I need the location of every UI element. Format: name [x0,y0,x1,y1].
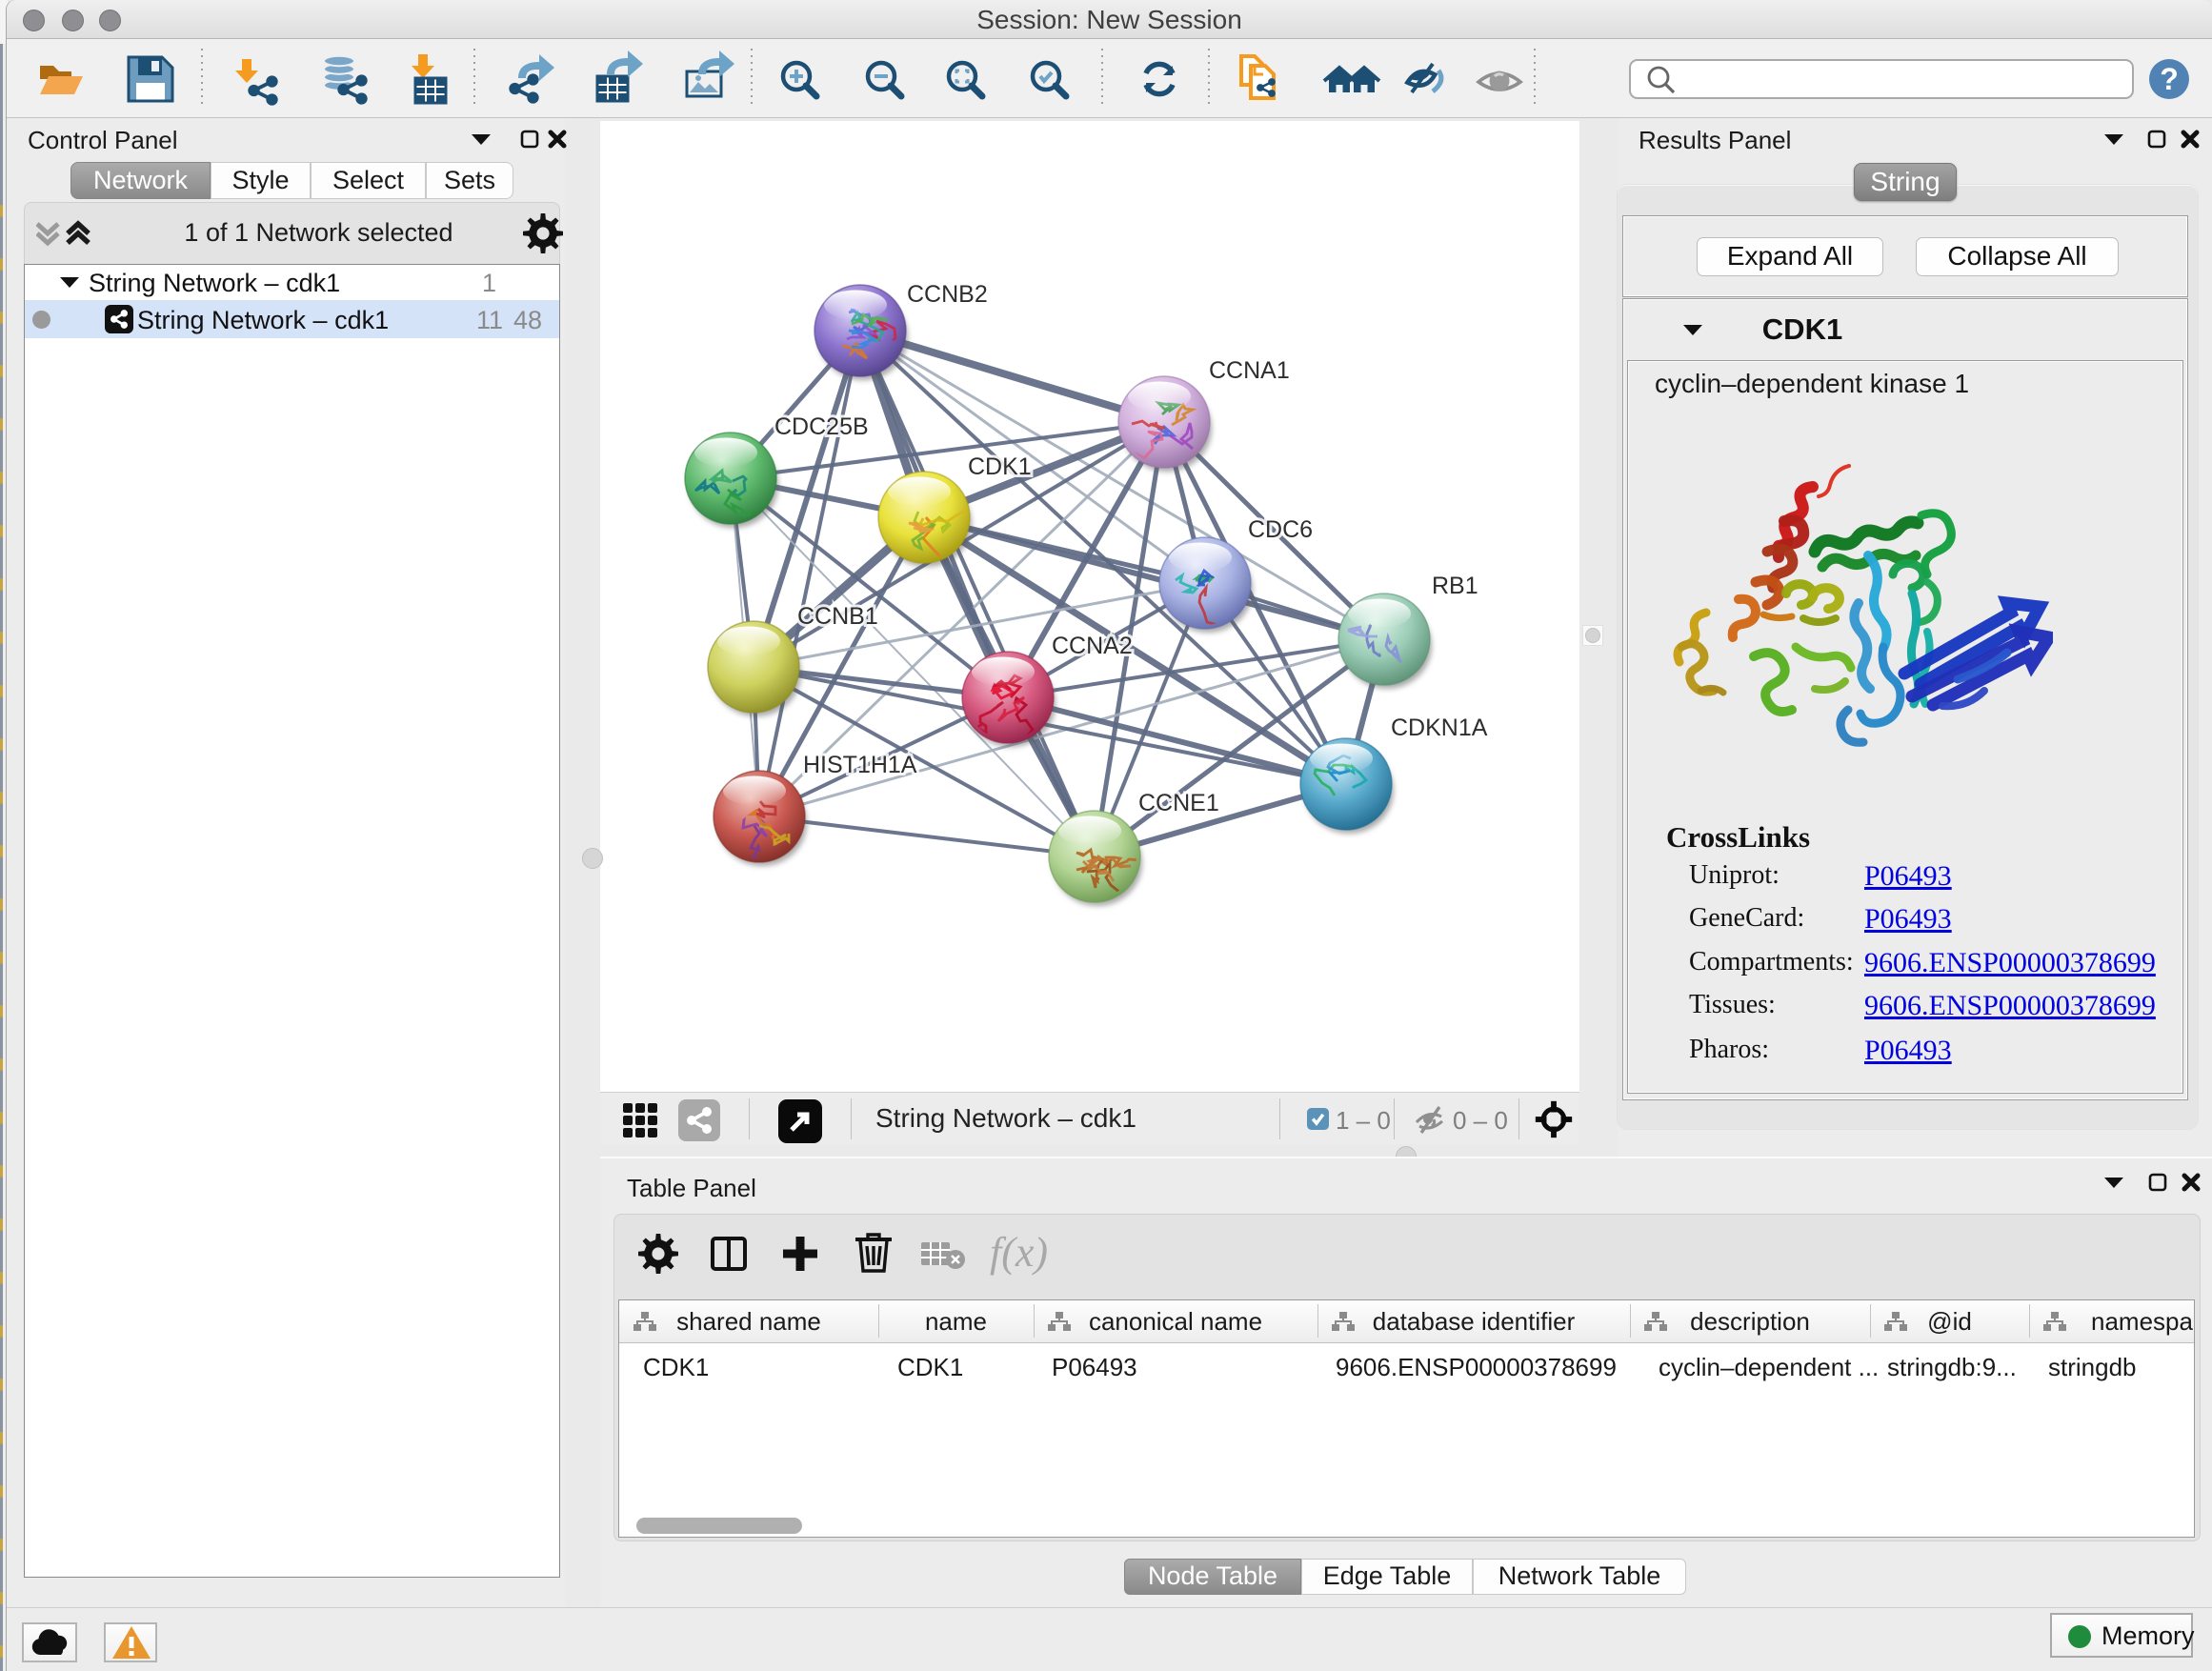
svg-text:CCNE1: CCNE1 [1138,790,1219,816]
svg-text:RB1: RB1 [1432,573,1478,599]
svg-text:HIST1H1A: HIST1H1A [803,752,917,778]
svg-text:CCNB1: CCNB1 [797,603,878,630]
svg-text:CDKN1A: CDKN1A [1391,715,1488,741]
svg-text:CCNA1: CCNA1 [1209,357,1290,384]
svg-text:CDC6: CDC6 [1248,516,1313,543]
svg-text:?: ? [2160,62,2179,96]
svg-text:f(x): f(x) [990,1230,1048,1276]
svg-text:CCNB2: CCNB2 [907,281,988,308]
svg-text:CCNA2: CCNA2 [1052,633,1133,659]
svg-text:CDC25B: CDC25B [774,413,869,440]
svg-text:CDK1: CDK1 [968,453,1032,480]
